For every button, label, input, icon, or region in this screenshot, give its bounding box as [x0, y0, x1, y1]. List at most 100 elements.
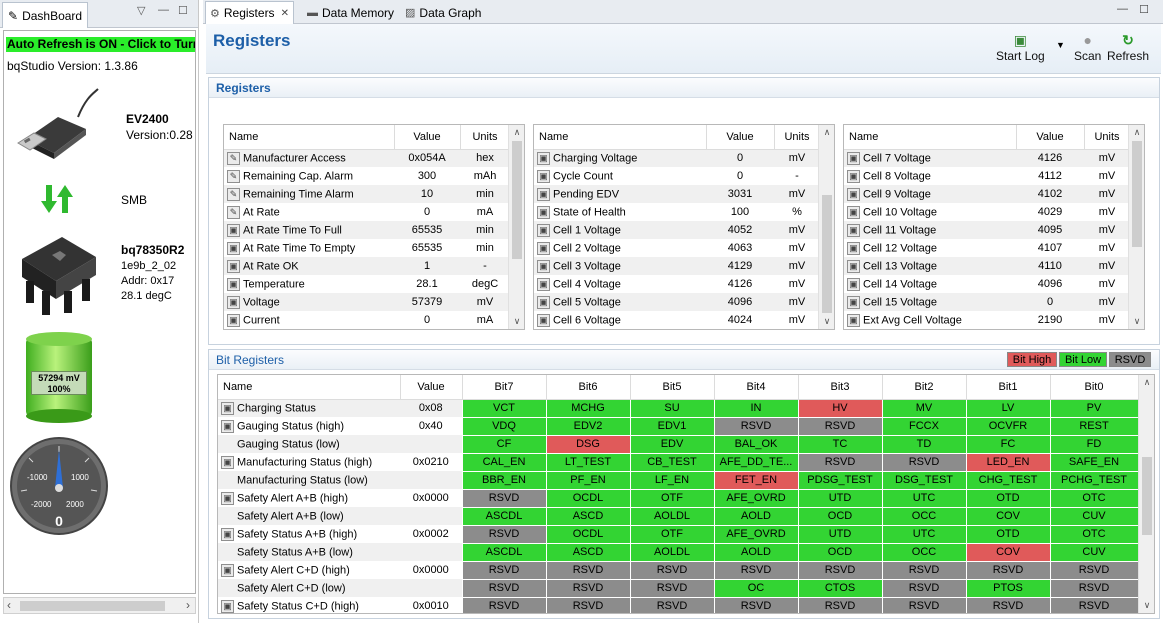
register-row[interactable]: ✎ Manufacturer Access 0x054A hex [224, 149, 510, 167]
bit-cell[interactable]: OCDL [545, 524, 631, 544]
column-header-name[interactable]: Name [224, 125, 395, 150]
register-value[interactable]: 0 [706, 167, 774, 185]
register-row[interactable]: ▣ At Rate OK 1- [224, 257, 510, 275]
minimize-icon[interactable]: — [1117, 3, 1128, 15]
bit-table-scrollbar[interactable]: ∧ ∨ [1138, 375, 1154, 613]
register-value[interactable]: 4107 [1016, 239, 1084, 257]
register-row[interactable]: ▣ Current 0 mA [224, 311, 510, 329]
bit-cell[interactable]: LT_TEST [545, 452, 631, 472]
scrollbar-thumb[interactable] [1132, 141, 1142, 247]
bit-cell[interactable]: RSVD [797, 596, 883, 613]
bit-cell[interactable]: RSVD [1049, 596, 1139, 613]
scroll-up-icon[interactable]: ∧ [1139, 377, 1154, 388]
bit-cell[interactable]: CAL_EN [461, 452, 547, 472]
register-value[interactable]: 3031 [706, 185, 774, 203]
register-row[interactable]: ▣ Cell 15 Voltage 0 mV [844, 293, 1130, 311]
bit-cell[interactable]: RSVD [713, 560, 799, 580]
bit-cell[interactable]: OTD [965, 524, 1051, 544]
bit-cell[interactable]: CF [461, 434, 547, 454]
bit-cell[interactable]: FC [965, 434, 1051, 454]
register-row[interactable]: ▣ Voltage 57379 mV [224, 293, 510, 311]
bit-cell[interactable]: AFE_OVRD [713, 524, 799, 544]
register-value[interactable]: 4063 [706, 239, 774, 257]
bit-cell[interactable]: ASCDL [461, 542, 547, 562]
bit-cell[interactable]: RSVD [461, 560, 547, 580]
bit-cell[interactable]: RSVD [797, 416, 883, 436]
scrollbar-thumb[interactable] [1142, 457, 1152, 535]
view-menu-icon[interactable]: ▽ [137, 4, 145, 17]
register-row[interactable]: ▣ Cell 3 Voltage 4129 mV [534, 257, 820, 275]
maximize-icon[interactable]: ☐ [1139, 3, 1149, 16]
column-header-bit4[interactable]: Bit4 [714, 375, 799, 400]
register-value[interactable]: 57379 [394, 293, 460, 311]
register-row[interactable]: ▣ Cell 4 Voltage 4126 mV [534, 275, 820, 293]
register-row[interactable]: ▣ Charging Voltage 0 mV [534, 149, 820, 167]
register-value[interactable]: 0 [706, 149, 774, 167]
register-row[interactable]: ▣ Cell 12 Voltage 4107 mV [844, 239, 1130, 257]
bit-cell[interactable]: OCC [881, 506, 967, 526]
register-table-3-scrollbar[interactable]: ∧ ∨ [1128, 125, 1144, 329]
bit-cell[interactable]: MV [881, 398, 967, 418]
register-value[interactable]: 0 [394, 203, 460, 221]
bit-register-row[interactable]: ▣ Charging Status 0x08 VCT MCHG SU IN HV MV LV PV [218, 398, 1139, 418]
bit-cell[interactable]: AFE_DD_TE... [713, 452, 799, 472]
bit-cell[interactable]: UTD [797, 488, 883, 508]
bit-cell[interactable]: CB_TEST [629, 452, 715, 472]
register-value[interactable]: 4112 [1016, 167, 1084, 185]
scrollbar-thumb[interactable] [512, 141, 522, 259]
bit-cell[interactable]: LV [965, 398, 1051, 418]
column-header-bit6[interactable]: Bit6 [546, 375, 631, 400]
scroll-up-icon[interactable]: ∧ [1129, 127, 1144, 138]
register-row[interactable]: ▣ Cell 11 Voltage 4095 mV [844, 221, 1130, 239]
column-header-units[interactable]: Units [774, 125, 821, 150]
bit-cell[interactable]: RSVD [629, 578, 715, 598]
bit-cell[interactable]: TD [881, 434, 967, 454]
register-value[interactable]: 4126 [1016, 149, 1084, 167]
bit-register-row[interactable]: Gauging Status (low) CF DSG EDV BAL_OK TC TD FC… [218, 434, 1139, 454]
column-header-units[interactable]: Units [460, 125, 511, 150]
register-value[interactable]: 4102 [1016, 185, 1084, 203]
tab-data-graph[interactable]: ▨ Data Graph [400, 1, 486, 24]
bit-cell[interactable]: RSVD [545, 578, 631, 598]
bit-cell[interactable]: PTOS [965, 578, 1051, 598]
bit-cell[interactable]: RSVD [881, 560, 967, 580]
bit-cell[interactable]: TC [797, 434, 883, 454]
register-value[interactable]: 10 [394, 185, 460, 203]
column-header-value[interactable]: Value [400, 375, 463, 400]
scroll-down-icon[interactable]: ∨ [819, 316, 834, 327]
bit-cell[interactable]: MCHG [545, 398, 631, 418]
bit-cell[interactable]: OTC [1049, 524, 1139, 544]
register-value[interactable]: 4126 [706, 275, 774, 293]
register-value[interactable]: 65535 [394, 221, 460, 239]
register-table-2-scrollbar[interactable]: ∧ ∨ [818, 125, 834, 329]
register-value[interactable]: 0x054A [394, 149, 460, 167]
bit-register-row[interactable]: ▣ Manufacturing Status (high) 0x0210 CAL_EN… [218, 452, 1139, 472]
scroll-right-icon[interactable]: › [186, 598, 190, 612]
bit-cell[interactable]: DSG [545, 434, 631, 454]
bit-cell[interactable]: UTC [881, 488, 967, 508]
register-value[interactable]: 4096 [706, 293, 774, 311]
register-table-1-scrollbar[interactable]: ∧ ∨ [508, 125, 524, 329]
column-header-units[interactable]: Units [1084, 125, 1131, 150]
column-header-name[interactable]: Name [218, 375, 401, 400]
scroll-down-icon[interactable]: ∨ [1139, 600, 1154, 611]
bit-cell[interactable]: PV [1049, 398, 1139, 418]
bit-cell[interactable]: RSVD [461, 578, 547, 598]
bit-cell[interactable]: COV [965, 542, 1051, 562]
register-row[interactable]: ▣ Ext Avg Cell Voltage 2190 mV [844, 311, 1130, 329]
bit-cell[interactable]: RSVD [797, 452, 883, 472]
register-row[interactable]: ▣ Cell 9 Voltage 4102 mV [844, 185, 1130, 203]
bit-cell[interactable]: RSVD [545, 596, 631, 613]
register-row[interactable]: ▣ At Rate Time To Empty 65535 min [224, 239, 510, 257]
bit-cell[interactable]: EDV1 [629, 416, 715, 436]
column-header-bit1[interactable]: Bit1 [966, 375, 1051, 400]
bit-cell[interactable]: RSVD [713, 416, 799, 436]
column-header-name[interactable]: Name [534, 125, 707, 150]
register-row[interactable]: ▣ Cell 5 Voltage 4096 mV [534, 293, 820, 311]
bit-cell[interactable]: OCDL [545, 488, 631, 508]
bit-cell[interactable]: OCC [881, 542, 967, 562]
refresh-button[interactable]: ↻ Refresh [1107, 31, 1149, 63]
bit-cell[interactable]: ASCD [545, 506, 631, 526]
bit-cell[interactable]: PCHG_TEST [1049, 470, 1139, 490]
column-header-bit0[interactable]: Bit0 [1050, 375, 1139, 400]
